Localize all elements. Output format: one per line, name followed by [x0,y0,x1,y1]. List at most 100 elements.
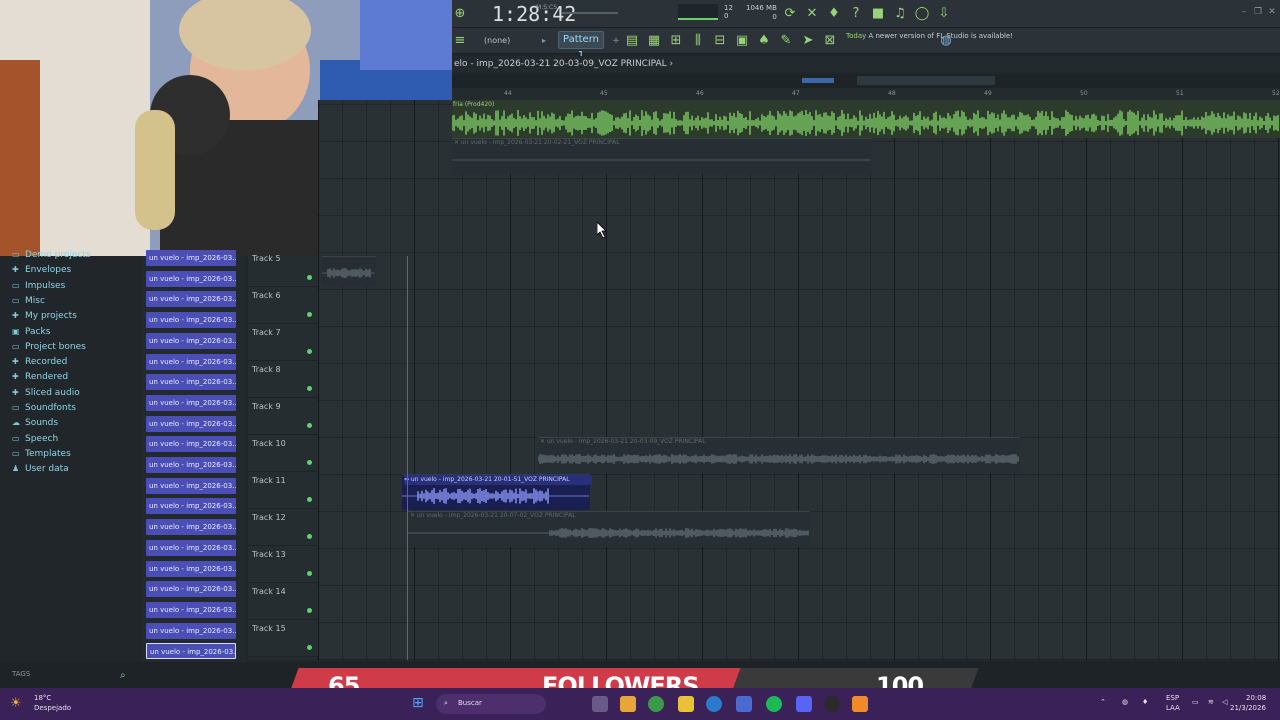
vocal-clip[interactable]: ✕ un vuelo - imp_2026-03-21 20-07-02_VOZ… [408,511,810,547]
track-mute-led[interactable] [307,608,312,613]
browser-item[interactable]: ✚ Rendered [12,372,68,382]
vocal-clip[interactable]: ✕ un vuelo - imp_2026-03-21 20-03-09_VOZ… [538,437,1020,473]
browser-item[interactable]: ✚ Envelopes [12,265,71,275]
track-mute-led[interactable] [307,571,312,576]
track-mute-led[interactable] [307,275,312,280]
taskbar-search[interactable]: ⌕ Buscar [436,694,546,714]
picker-clip-item[interactable]: un vuelo - imp_2026-03... [146,415,236,432]
tray-chevron-icon[interactable]: ⌃ [1100,698,1106,706]
browser-item[interactable]: ♟ User data [12,464,69,474]
beat-audio-clip[interactable]: fria (Prod420) [452,100,1280,138]
loop-icon[interactable]: ⟳ [782,6,798,22]
track-header[interactable]: Track 8 [248,361,318,398]
browser-item[interactable]: ▭ Misc [12,296,45,306]
picker-clip-item[interactable]: un vuelo - imp_2026-03... [146,477,236,494]
track-header[interactable]: Track 15 [248,620,318,657]
browser-item[interactable]: ✚ My projects [12,311,77,321]
picker-clip-item[interactable]: un vuelo - imp_2026-03... [146,498,236,515]
track-mute-led[interactable] [307,423,312,428]
track-mute-led[interactable] [307,497,312,502]
arrow-right-icon[interactable]: ▸ [536,33,552,49]
clock-date[interactable]: 21/3/2026 [1230,704,1266,712]
display-icon[interactable]: ▭ [1192,698,1199,706]
picker-clip-item[interactable]: un vuelo - imp_2026-03... [146,581,236,598]
pattern-none-label[interactable]: (none) [484,36,510,45]
browser-item[interactable]: ▭ Soundfonts [12,403,76,413]
track-header[interactable]: Track 7 [248,324,318,361]
pattern-selector[interactable]: Pattern 1 [558,31,604,61]
picker-clip-item[interactable]: un vuelo - imp_2026-03... [146,622,236,639]
fl-logo-icon[interactable]: ⊕ [452,6,468,22]
mic-tray-icon[interactable]: ♦ [1142,698,1148,706]
vocal-clip-selected[interactable]: ⇔ un vuelo - imp_2026-03-21 20-01-51_VOZ… [402,474,592,510]
picker-clip-item[interactable]: un vuelo - imp_2026-03... [146,374,236,391]
plugin-db-icon[interactable]: ▣ [734,33,750,49]
browser-item[interactable]: ▭ Impulses [12,281,65,291]
browser-item[interactable]: ▭ Speech [12,434,58,444]
picker-clip-item[interactable]: un vuelo - imp_2026-03... [146,270,236,287]
picker-clip-item[interactable]: un vuelo - imp_2026-03... [146,312,236,329]
globe-icon[interactable]: ◍ [938,33,954,49]
folder-app-icon[interactable] [678,696,694,712]
track-header[interactable]: Track 13 [248,546,318,583]
track-header[interactable]: Track 12 [248,509,318,546]
track-mute-led[interactable] [307,460,312,465]
master-volume-slider[interactable] [562,12,618,14]
update-news[interactable]: Today A newer version of FL Studio is av… [846,31,1013,41]
windows-start-icon[interactable]: ⊞ [412,695,424,711]
track-header[interactable]: Track 10 [248,435,318,472]
track-mute-led[interactable] [307,312,312,317]
track-header[interactable]: Track 9 [248,398,318,435]
track-header[interactable]: Track 11 [248,472,318,509]
help-icon[interactable]: ? [848,6,864,22]
track-mute-led[interactable] [307,534,312,539]
track-header[interactable]: Track 6 [248,287,318,324]
piano-roll-icon[interactable]: ▤ [624,33,640,49]
add-pattern-icon[interactable]: + [608,33,624,49]
obs-icon[interactable] [824,696,840,712]
vocal-clip[interactable]: ✕ un vuelo - imp_2026-03-21 20-02-21_VOZ… [452,138,872,174]
store-icon[interactable] [736,696,752,712]
scroll-thumb[interactable] [857,76,995,85]
browser-item[interactable]: ▭ Templates [12,449,71,459]
browser-item[interactable]: ✚ Sliced audio [12,388,80,398]
search-icon[interactable]: ⌕ [120,670,126,681]
plug-icon[interactable]: ♠ [756,33,772,49]
browser-icon[interactable]: ⊟ [712,33,728,49]
picker-clip-item[interactable]: un vuelo - imp_2026-03... [146,643,236,660]
playhead-line[interactable] [407,256,408,660]
playlist-grid[interactable] [318,100,1280,660]
track-mute-led[interactable] [307,386,312,391]
download-icon[interactable]: ⇩ [936,6,952,22]
track-header[interactable]: Track 14 [248,583,318,620]
picker-clip-item[interactable]: un vuelo - imp_2026-03... [146,394,236,411]
close-icon[interactable]: ✕ [1264,4,1280,20]
picker-clip-item[interactable]: un vuelo - imp_2026-03... [146,601,236,618]
send-icon[interactable]: ➤ [800,33,816,49]
picker-clip-item[interactable]: un vuelo - imp_2026-03... [146,539,236,556]
timeline-ruler[interactable]: 44 45 46 47 48 49 50 51 52 [452,88,1280,100]
wifi-icon[interactable]: ≋ [1208,698,1214,706]
chat-icon[interactable]: ◯ [914,6,930,22]
discord-icon[interactable] [796,696,812,712]
pencil-icon[interactable]: ✎ [778,33,794,49]
explorer-icon[interactable] [620,696,636,712]
network-icon[interactable]: ◍ [1122,698,1128,706]
channel-rack-icon[interactable]: ⊞ [668,33,684,49]
mixer-icon[interactable]: ⫼ [690,33,706,49]
weather-temp[interactable]: 18°C [34,694,51,702]
picker-clip-item[interactable]: un vuelo - imp_2026-03... [146,519,236,536]
playlist-view-icon[interactable]: ▦ [646,33,662,49]
picker-clip-item[interactable]: un vuelo - imp_2026-03... [146,332,236,349]
language-code[interactable]: ESP [1166,694,1179,702]
task-view-icon[interactable] [592,696,608,712]
playlist-icon[interactable]: ≡ [452,33,468,49]
track-mute-led[interactable] [307,645,312,650]
spotify-icon[interactable] [766,696,782,712]
track-header[interactable]: Track 5 [248,250,318,287]
picker-clip-item[interactable]: un vuelo - imp_2026-03... [146,436,236,453]
volume-icon[interactable]: ◁ [1222,698,1227,706]
playlist-horizontal-scrollbar[interactable] [452,74,1280,88]
chrome-icon[interactable] [648,696,664,712]
picker-clip-item[interactable]: un vuelo - imp_2026-03... [146,291,236,308]
